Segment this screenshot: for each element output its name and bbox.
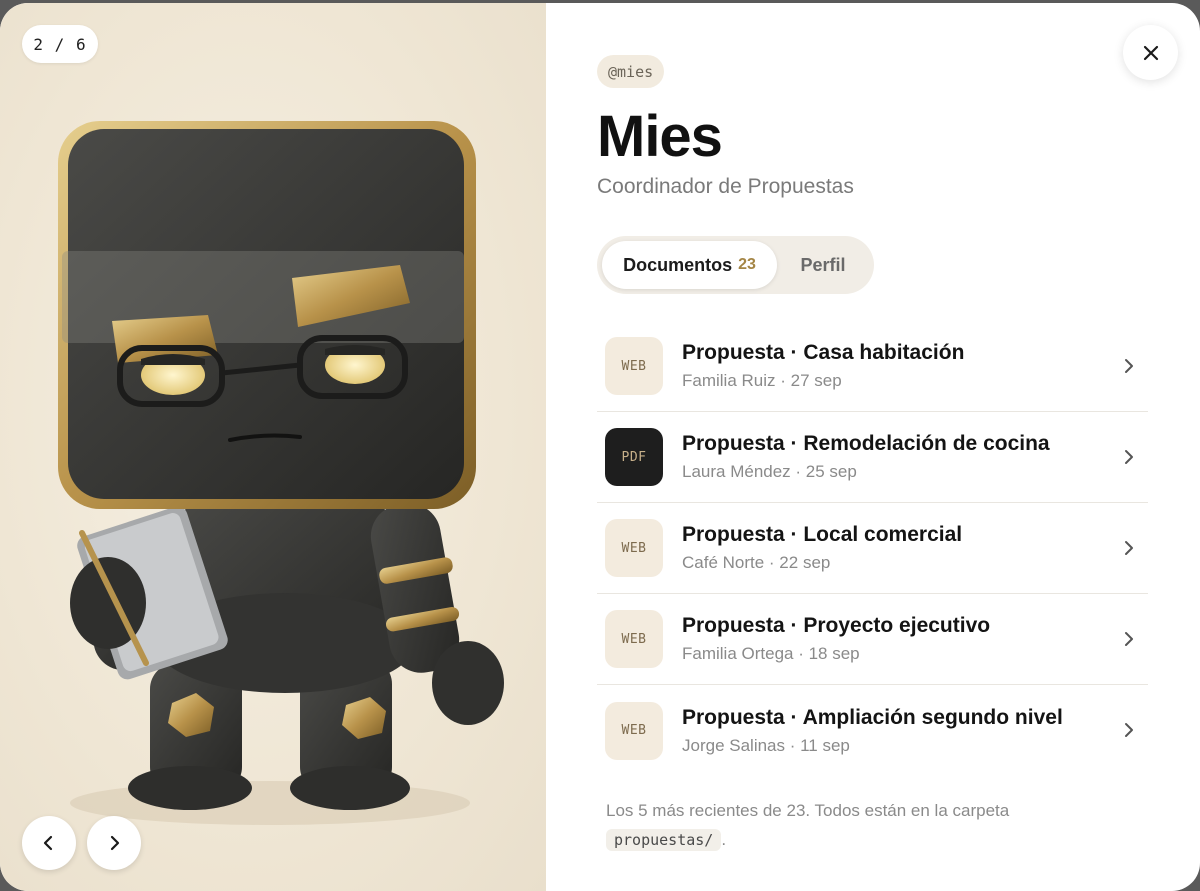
- document-row[interactable]: WEB Propuesta · Casa habitación Familia …: [597, 321, 1148, 412]
- tab-bar: Documentos 23 Perfil: [597, 236, 874, 294]
- document-row[interactable]: WEB Propuesta · Ampliación segundo nivel…: [597, 685, 1148, 776]
- document-title: Propuesta · Remodelación de cocina: [682, 432, 1050, 455]
- document-row[interactable]: WEB Propuesta · Local comercial Café Nor…: [597, 503, 1148, 594]
- chevron-right-icon: [1125, 359, 1133, 373]
- document-type-badge: PDF: [605, 428, 663, 486]
- profile-panel: @mies Mies Coordinador de Propuestas Doc…: [546, 3, 1200, 891]
- chevron-right-icon: [1125, 632, 1133, 646]
- profile-role: Coordinador de Propuestas: [597, 175, 854, 198]
- document-meta: Café Norte · 22 sep: [682, 553, 831, 572]
- image-counter: 2 / 6: [22, 25, 98, 63]
- chevron-right-icon: [1125, 450, 1133, 464]
- chevron-right-icon: [110, 835, 120, 851]
- close-icon: [1143, 45, 1158, 60]
- robot-character-illustration: [58, 121, 504, 825]
- tab-profile[interactable]: Perfil: [777, 241, 869, 289]
- tab-documents-label: Documentos: [623, 254, 733, 275]
- previous-image-button[interactable]: [22, 816, 76, 870]
- document-title: Propuesta · Casa habitación: [682, 341, 965, 364]
- footnote-end: .: [721, 830, 727, 849]
- document-type-badge: WEB: [605, 701, 663, 760]
- profile-modal: 2 / 6 @mies Mies Coordinador de Propuest…: [0, 3, 1200, 891]
- tab-documents-count: 23: [738, 256, 756, 273]
- document-type-badge: WEB: [605, 519, 663, 577]
- document-list: WEB Propuesta · Casa habitación Familia …: [597, 321, 1148, 776]
- profile-name: Mies: [597, 104, 723, 169]
- document-meta: Familia Ruiz · 27 sep: [682, 371, 842, 390]
- documents-footnote: Los 5 más recientes de 23. Todos están e…: [606, 796, 1126, 855]
- document-title: Propuesta · Proyecto ejecutivo: [682, 614, 991, 637]
- document-row[interactable]: PDF Propuesta · Remodelación de cocina L…: [597, 412, 1148, 503]
- document-type-badge: WEB: [605, 610, 663, 668]
- document-row[interactable]: WEB Propuesta · Proyecto ejecutivo Famil…: [597, 594, 1148, 685]
- folder-path: propuestas/: [606, 829, 722, 851]
- chevron-right-icon: [1125, 723, 1133, 737]
- footnote-text: Los 5 más recientes de 23. Todos están e…: [606, 801, 1010, 820]
- document-meta: Jorge Salinas · 11 sep: [682, 735, 850, 755]
- document-meta: Familia Ortega · 18 sep: [682, 644, 860, 663]
- close-button[interactable]: [1123, 25, 1178, 80]
- document-title: Propuesta · Local comercial: [682, 523, 963, 546]
- document-type-badge: WEB: [605, 337, 663, 395]
- document-title: Propuesta · Ampliación segundo nivel: [682, 705, 1063, 729]
- tab-documents[interactable]: Documentos 23: [602, 241, 777, 289]
- next-image-button[interactable]: [87, 816, 141, 870]
- user-handle: @mies: [597, 55, 665, 88]
- chevron-right-icon: [1125, 541, 1133, 555]
- chevron-left-icon: [43, 835, 53, 851]
- document-meta: Laura Méndez · 25 sep: [682, 462, 857, 481]
- image-viewer: 2 / 6: [0, 3, 546, 891]
